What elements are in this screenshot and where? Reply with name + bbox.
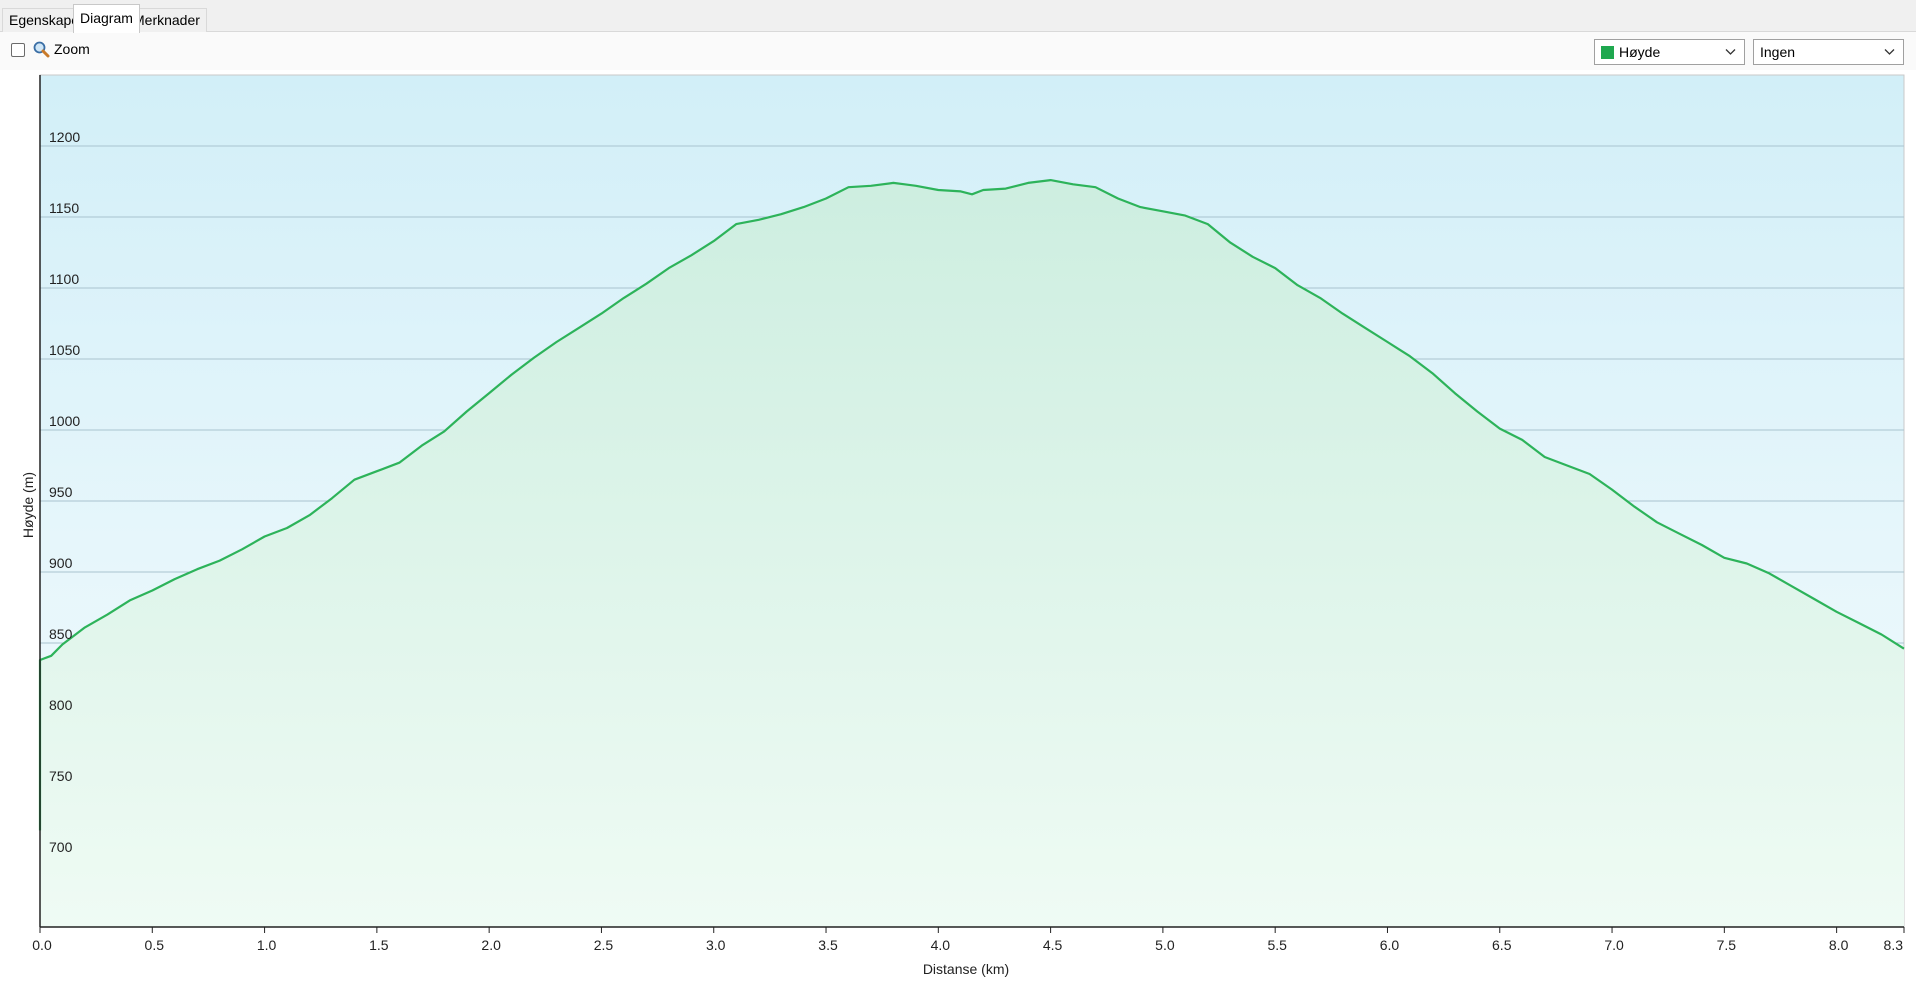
y-tick-label: 700 — [49, 839, 73, 855]
x-tick-label: 0.5 — [145, 937, 165, 953]
y-tick-label: 750 — [49, 768, 73, 784]
series-select[interactable]: Høyde — [1594, 39, 1745, 65]
x-tick-label: 5.5 — [1267, 937, 1287, 953]
x-tick-label: 0.0 — [32, 937, 52, 953]
x-tick-label: 4.0 — [931, 937, 951, 953]
compare-select-value: Ingen — [1760, 44, 1796, 60]
y-tick-label: 800 — [49, 697, 73, 713]
x-tick-label: 6.0 — [1380, 937, 1400, 953]
zoom-checkbox[interactable] — [11, 43, 25, 57]
chart-toolbar: Zoom Høyde Ingen — [0, 32, 1916, 70]
y-tick-label: 1100 — [49, 271, 79, 287]
y-tick-label: 850 — [49, 626, 73, 642]
magnifier-icon — [33, 41, 50, 58]
y-tick-label: 1150 — [49, 200, 79, 216]
x-tick-label: 8.3 — [1884, 937, 1904, 953]
y-tick-label: 950 — [49, 484, 73, 500]
x-tick-label: 1.0 — [257, 937, 277, 953]
x-tick-label: 4.5 — [1043, 937, 1063, 953]
tab-strip: Egenskaper Diagram Merknader — [0, 0, 1916, 33]
x-tick-label: 2.0 — [481, 937, 501, 953]
y-tick-label: 1200 — [49, 129, 80, 145]
series-color-swatch — [1601, 46, 1614, 59]
x-tick-label: 8.0 — [1829, 937, 1849, 953]
y-tick-label: 1000 — [49, 413, 80, 429]
x-tick-label: 3.0 — [706, 937, 726, 953]
x-tick-label: 5.0 — [1155, 937, 1175, 953]
x-tick-label: 7.5 — [1717, 937, 1737, 953]
y-tick-label: 900 — [49, 555, 73, 571]
x-tick-label: 1.5 — [369, 937, 389, 953]
chevron-down-icon — [1884, 49, 1895, 55]
compare-select[interactable]: Ingen — [1753, 39, 1904, 65]
chevron-down-icon — [1725, 49, 1736, 55]
tab-diagram[interactable]: Diagram — [73, 4, 140, 33]
y-tick-label: 1050 — [49, 342, 80, 358]
elevation-chart-svg: 700 750 800 850 900 950 1000 1050 1100 1150 1200 0.… — [20, 74, 1905, 977]
x-tick-label: 6.5 — [1492, 937, 1512, 953]
x-tick-label: 7.0 — [1604, 937, 1624, 953]
y-axis-title: Høyde (m) — [20, 472, 36, 538]
series-select-value: Høyde — [1619, 44, 1661, 60]
x-tick-label: 2.5 — [594, 937, 614, 953]
x-tick-label: 3.5 — [818, 937, 838, 953]
zoom-label: Zoom — [54, 41, 90, 57]
x-axis-title: Distanse (km) — [923, 961, 1009, 977]
elevation-chart: 700 750 800 850 900 950 1000 1050 1100 1150 1200 0.… — [0, 70, 1916, 982]
